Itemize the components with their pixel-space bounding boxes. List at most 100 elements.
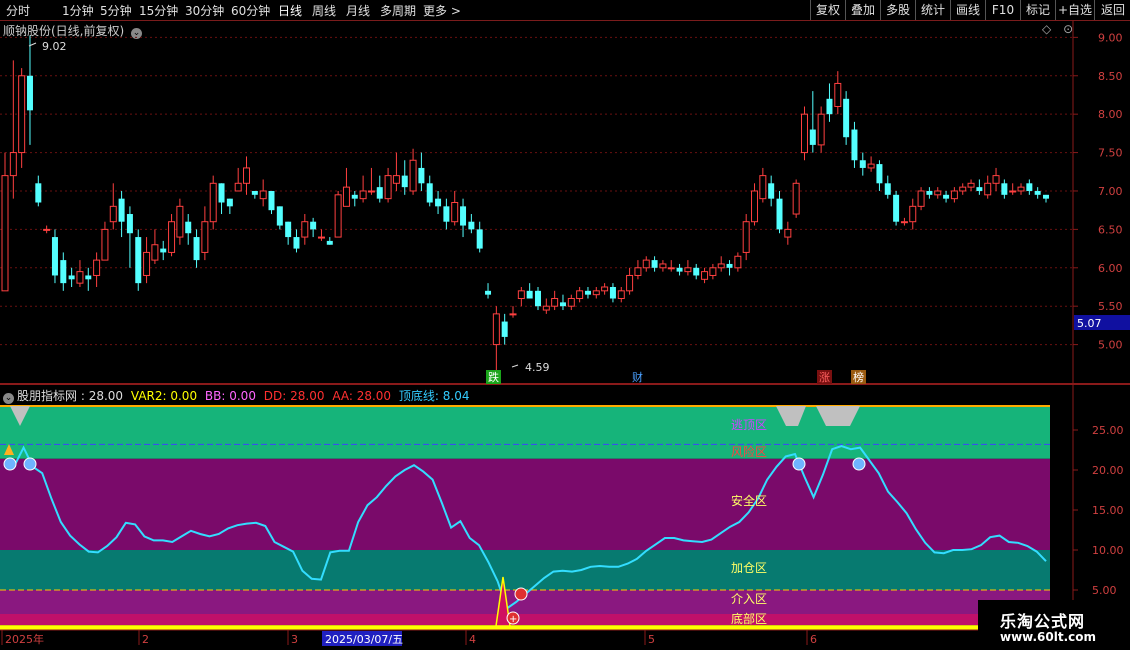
candle-body (751, 190, 759, 223)
candle-body (784, 228, 792, 238)
candle-body (609, 286, 616, 299)
indicator-tick-label: 20.00 (1092, 464, 1124, 477)
candle-body (9, 152, 17, 177)
sell-signal-ball-icon (852, 457, 866, 471)
candle-body (843, 98, 850, 138)
candle-body (1017, 186, 1025, 192)
zone-band-safe (0, 458, 1050, 550)
candle-body (651, 260, 658, 268)
candle-body (1001, 183, 1008, 195)
candle-body (401, 175, 408, 188)
buy-signal-ball-icon (514, 587, 528, 601)
candle-body (193, 237, 200, 261)
candle-body (1, 175, 9, 292)
indicator-tick-label: 5.00 (1092, 584, 1117, 597)
candle-body (209, 182, 217, 223)
candle-body (909, 205, 917, 223)
candle-body (893, 194, 900, 222)
date-tick-label: 6 (810, 633, 817, 646)
candle-body (435, 198, 442, 207)
candle-body (900, 221, 908, 224)
candle-body (176, 205, 184, 238)
candle-body (468, 221, 475, 230)
candle-body (1034, 190, 1041, 195)
candle-body (367, 190, 375, 193)
candle-body (35, 183, 42, 203)
candle-body (276, 206, 283, 226)
candle-body (926, 190, 933, 195)
candle-body (259, 190, 267, 200)
price-tick-label: 8.50 (1098, 70, 1123, 83)
date-tick-label: 3 (291, 633, 298, 646)
price-tick-label: 8.00 (1098, 108, 1123, 121)
candle-body (992, 175, 1000, 184)
candle-body (667, 267, 675, 270)
stock-chart-canvas[interactable]: 9.008.508.007.507.006.506.005.505.00 25.… (0, 0, 1130, 650)
candle-body (376, 187, 383, 199)
indicator-tick-label: 15.00 (1092, 504, 1124, 517)
candle-body (917, 190, 925, 207)
event-list-label: 榜 (853, 370, 864, 384)
price-tick-label: 5.50 (1098, 300, 1123, 313)
candle-body (501, 321, 508, 337)
candle-body (109, 205, 117, 223)
candle-body (51, 237, 58, 276)
candle-body (293, 237, 300, 249)
indicator-tick-label: 10.00 (1092, 544, 1124, 557)
candle-body (642, 259, 650, 269)
candle-body (776, 198, 783, 230)
candle-body (542, 305, 550, 311)
candle-body (26, 75, 33, 111)
candle-body (576, 290, 584, 300)
candle-body (126, 214, 133, 234)
high-price-marker: 9.02 (28, 40, 67, 53)
zone-band-floor (0, 625, 1050, 630)
candle-body (626, 274, 634, 292)
candle-body (185, 221, 192, 234)
candle-body (135, 237, 142, 284)
candle-body (634, 267, 642, 276)
candle-body (950, 190, 958, 200)
candle-body (143, 251, 151, 276)
candle-body (226, 198, 233, 207)
candle-body (851, 129, 858, 161)
candle-body (934, 190, 942, 196)
candle-body (160, 248, 167, 253)
candle-body (301, 221, 309, 238)
candle-body (310, 221, 317, 230)
candle-body (334, 194, 342, 238)
candle-body (326, 240, 333, 245)
candle-body (693, 267, 700, 276)
candle-body (617, 290, 625, 300)
candle-body (76, 271, 84, 284)
candle-body (976, 187, 983, 191)
candle-body (792, 182, 800, 215)
candle-body (451, 202, 459, 223)
candle-body (684, 267, 692, 273)
candle-body (876, 164, 883, 184)
zone-add-position-label: 加仓区 (731, 561, 767, 575)
candle-body (359, 190, 367, 200)
candle-body (43, 228, 51, 231)
event-finance-label[interactable]: 财 (632, 370, 643, 384)
price-tick-label: 9.00 (1098, 31, 1123, 44)
date-tick-label: 5 (648, 633, 655, 646)
candle-body (559, 302, 566, 307)
candle-body (443, 206, 450, 222)
current-price-label: 5.07 (1077, 317, 1102, 330)
candle-body (768, 183, 775, 199)
candle-body (68, 275, 75, 280)
candle-body (118, 198, 125, 222)
candle-body (509, 313, 517, 316)
candle-body (959, 186, 967, 192)
candle-body (317, 236, 325, 239)
candle-body (409, 159, 417, 192)
candle-body (742, 221, 750, 253)
sell-signal-ball-icon (3, 457, 17, 471)
candle-body (726, 263, 733, 268)
date-tick-label: 2 (142, 633, 149, 646)
candle-body (1043, 194, 1049, 199)
candle-body (268, 190, 275, 211)
candle-body (834, 82, 842, 107)
date-tick-label: 4 (469, 633, 476, 646)
